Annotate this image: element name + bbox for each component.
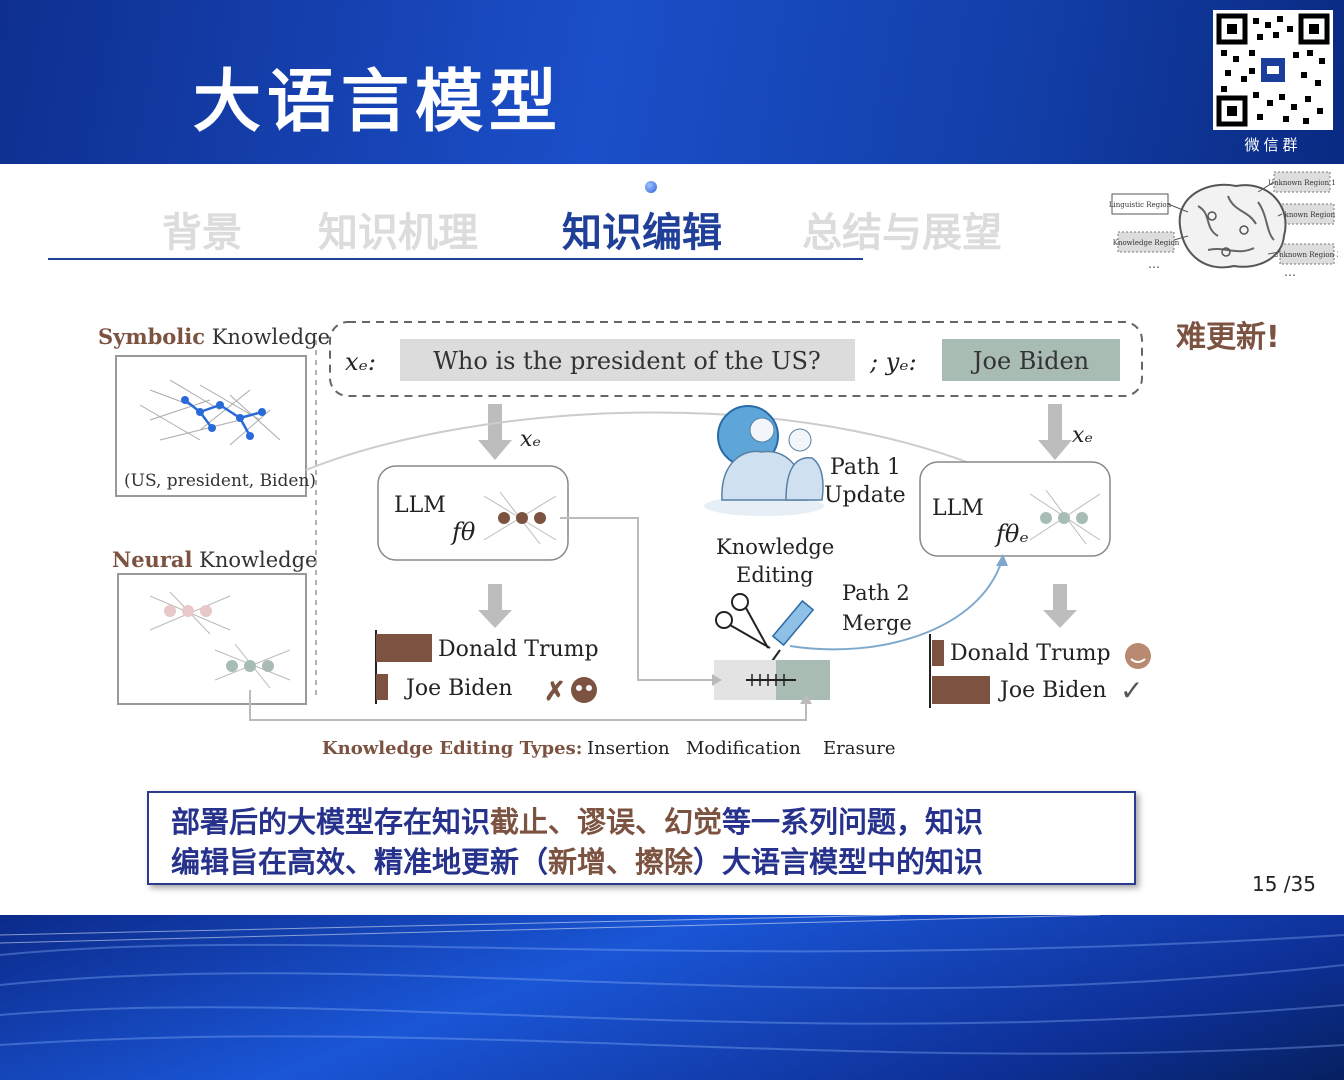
f-theta-e-label: fθₑ	[994, 520, 1029, 548]
type-modification: Modification	[686, 738, 801, 759]
summary-line-1: 部署后的大模型存在知识截止、谬误、幻觉等一系列问题，知识	[171, 805, 984, 839]
output-left-trump: Donald Trump	[438, 637, 599, 662]
happy-face-icon	[1125, 643, 1151, 669]
output-right-trump: Donald Trump	[950, 641, 1111, 666]
answer-text: Joe Biden	[970, 347, 1089, 375]
editing-types-label: Knowledge Editing Types:	[322, 738, 582, 759]
output-right-biden: Joe Biden	[998, 678, 1107, 703]
triple-label: (US, president, Biden)	[124, 471, 316, 491]
symbolic-knowledge-label: Symbolic Knowledge	[98, 324, 330, 349]
summary-line-2: 编辑旨在高效、精准地更新（新增、擦除）大语言模型中的知识	[171, 845, 984, 879]
xe-arrow-left: xₑ	[520, 427, 541, 452]
syringe-icon	[769, 599, 815, 665]
footer-bar	[0, 915, 1344, 1080]
page-number: 15 /35	[1252, 872, 1316, 896]
knowledge-editing-label-a: Knowledge	[716, 535, 834, 559]
summary-box: 部署后的大模型存在知识截止、谬误、幻觉等一系列问题，知识 编辑旨在高效、精准地更…	[147, 791, 1136, 885]
knowledge-editing-label-b: Editing	[736, 563, 814, 587]
type-insertion: Insertion	[587, 738, 670, 759]
xe-arrow-right: xₑ	[1072, 423, 1093, 448]
path1-label-a: Path 1	[830, 455, 901, 480]
knowledge-editing-diagram: Symbolic Knowledge (US, president, Biden…	[98, 321, 1151, 759]
llm-right-label: LLM	[932, 496, 984, 521]
type-erasure: Erasure	[823, 738, 896, 759]
llm-left-label: LLM	[394, 493, 446, 518]
output-left-biden: Joe Biden	[404, 676, 513, 701]
path2-label-b: Merge	[842, 611, 912, 635]
question-text: Who is the president of the US?	[433, 347, 821, 375]
wrong-mark-icon: ✗	[544, 677, 566, 707]
sad-face-icon	[571, 677, 597, 703]
scissors-icon	[715, 593, 771, 649]
neural-knowledge-label: Neural Knowledge	[112, 547, 317, 572]
ye-label: ; yₑ:	[869, 348, 917, 376]
xe-label: xₑ:	[345, 348, 376, 376]
check-mark-icon: ✓	[1120, 674, 1143, 707]
path2-label-a: Path 2	[842, 581, 910, 605]
path1-label-b: Update	[824, 483, 906, 508]
f-theta-label: fθ	[450, 518, 476, 546]
